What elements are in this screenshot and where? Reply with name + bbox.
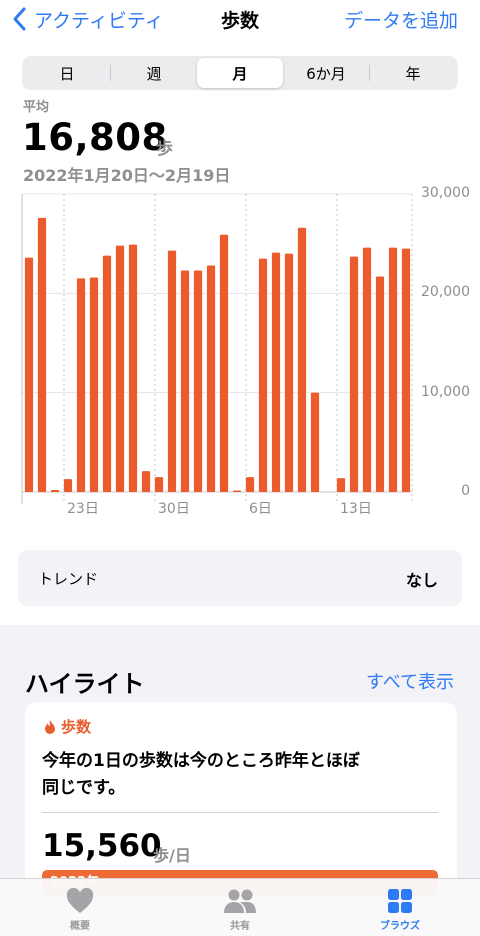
highlight-description: 今年の1日の歩数は今のところ昨年とほぼ 同じです。 [42, 748, 422, 802]
chart-bar [180, 270, 190, 492]
tab-sharing[interactable]: 共有 [160, 879, 320, 936]
segment-year[interactable]: 年 [370, 58, 456, 88]
chart-bar [193, 270, 203, 492]
flame-icon [45, 719, 55, 734]
segment-month[interactable]: 月 [197, 58, 283, 88]
chart-bar [89, 277, 99, 492]
y-tick-label: 30,000 [421, 185, 470, 201]
tab-bar: 概要 共有 ブラウズ [0, 878, 480, 936]
chart-bar [102, 255, 112, 492]
period-segmented-control: 日 週 月 6か月 年 [22, 56, 458, 90]
add-data-button[interactable]: データを追加 [344, 6, 458, 33]
x-tick-label: 6日 [249, 501, 272, 517]
chart-bar [50, 490, 60, 492]
highlight-card[interactable]: 歩数 今年の1日の歩数は今のところ昨年とほぼ 同じです。 15,560 歩/日 … [25, 702, 457, 902]
tab-browse[interactable]: ブラウズ [320, 879, 480, 936]
chart-bar [24, 257, 34, 492]
average-steps-unit: 歩 [156, 139, 173, 159]
segment-week[interactable]: 週 [111, 58, 197, 88]
grid-icon [388, 889, 412, 913]
chart-bar [401, 248, 411, 492]
chart-bar [128, 244, 138, 492]
chart-bar [63, 479, 73, 492]
highlight-unit: 歩/日 [153, 846, 191, 865]
average-label: 平均 [23, 100, 50, 115]
chart-bar [206, 265, 216, 492]
chart-bar [115, 245, 125, 492]
highlight-text-line: 今年の1日の歩数は今のところ昨年とほぼ [42, 751, 360, 771]
heart-icon [66, 887, 94, 913]
x-tick-label: 30日 [158, 501, 190, 517]
y-tick-label: 0 [461, 483, 470, 499]
x-tick-label: 13日 [340, 501, 372, 517]
show-all-link[interactable]: すべて表示 [366, 668, 454, 694]
chart-bar [167, 250, 177, 492]
tab-label: 共有 [230, 921, 250, 932]
chart-bar [336, 478, 346, 492]
chart-bar [375, 276, 385, 492]
highlight-category: 歩数 [61, 718, 92, 736]
trend-label: トレンド [38, 570, 99, 588]
tab-label: 概要 [70, 921, 90, 932]
y-tick-label: 10,000 [421, 383, 470, 400]
highlights-title: ハイライト [25, 670, 145, 698]
chart-bar [362, 247, 372, 492]
chart-bar [154, 477, 164, 492]
chart-bar [271, 252, 281, 492]
main-panel: アクティビティ 歩数 データを追加 日 週 月 6か月 年 平均 16,808 … [0, 0, 480, 625]
highlight-value: 15,560 [42, 828, 162, 864]
tab-label: ブラウズ [380, 921, 420, 932]
chart-bar [219, 234, 229, 492]
chart-bar [284, 253, 294, 492]
steps-bar-chart[interactable]: 30,000 20,000 10,000 0 23日 30日 6日 13日 [0, 184, 480, 524]
average-steps-value: 16,808 [22, 116, 168, 159]
trend-value: なし [405, 571, 438, 590]
chart-bar [388, 247, 398, 492]
chart-bar [258, 258, 268, 492]
chart-canvas [21, 193, 413, 504]
chart-bar [310, 392, 320, 492]
navigation-bar: アクティビティ 歩数 データを追加 [0, 0, 480, 44]
chart-bar [349, 256, 359, 492]
segment-6-months[interactable]: 6か月 [283, 58, 369, 88]
segment-day[interactable]: 日 [24, 58, 110, 88]
chart-bar [76, 278, 86, 492]
chart-bar [245, 477, 255, 492]
tab-summary[interactable]: 概要 [0, 879, 160, 936]
people-icon [224, 889, 256, 913]
x-tick-label: 23日 [67, 501, 99, 517]
chart-bar [141, 471, 151, 492]
highlight-card-header: 歩数 [43, 716, 91, 737]
trend-row[interactable]: トレンド なし [18, 550, 462, 606]
chart-bar [232, 490, 242, 492]
chart-bar [297, 227, 307, 493]
y-tick-label: 20,000 [421, 284, 470, 301]
highlight-text-line: 同じです。 [42, 778, 126, 798]
chart-bar [37, 217, 47, 492]
date-range: 2022年1月20日〜2月19日 [23, 166, 231, 185]
card-divider [42, 812, 438, 813]
